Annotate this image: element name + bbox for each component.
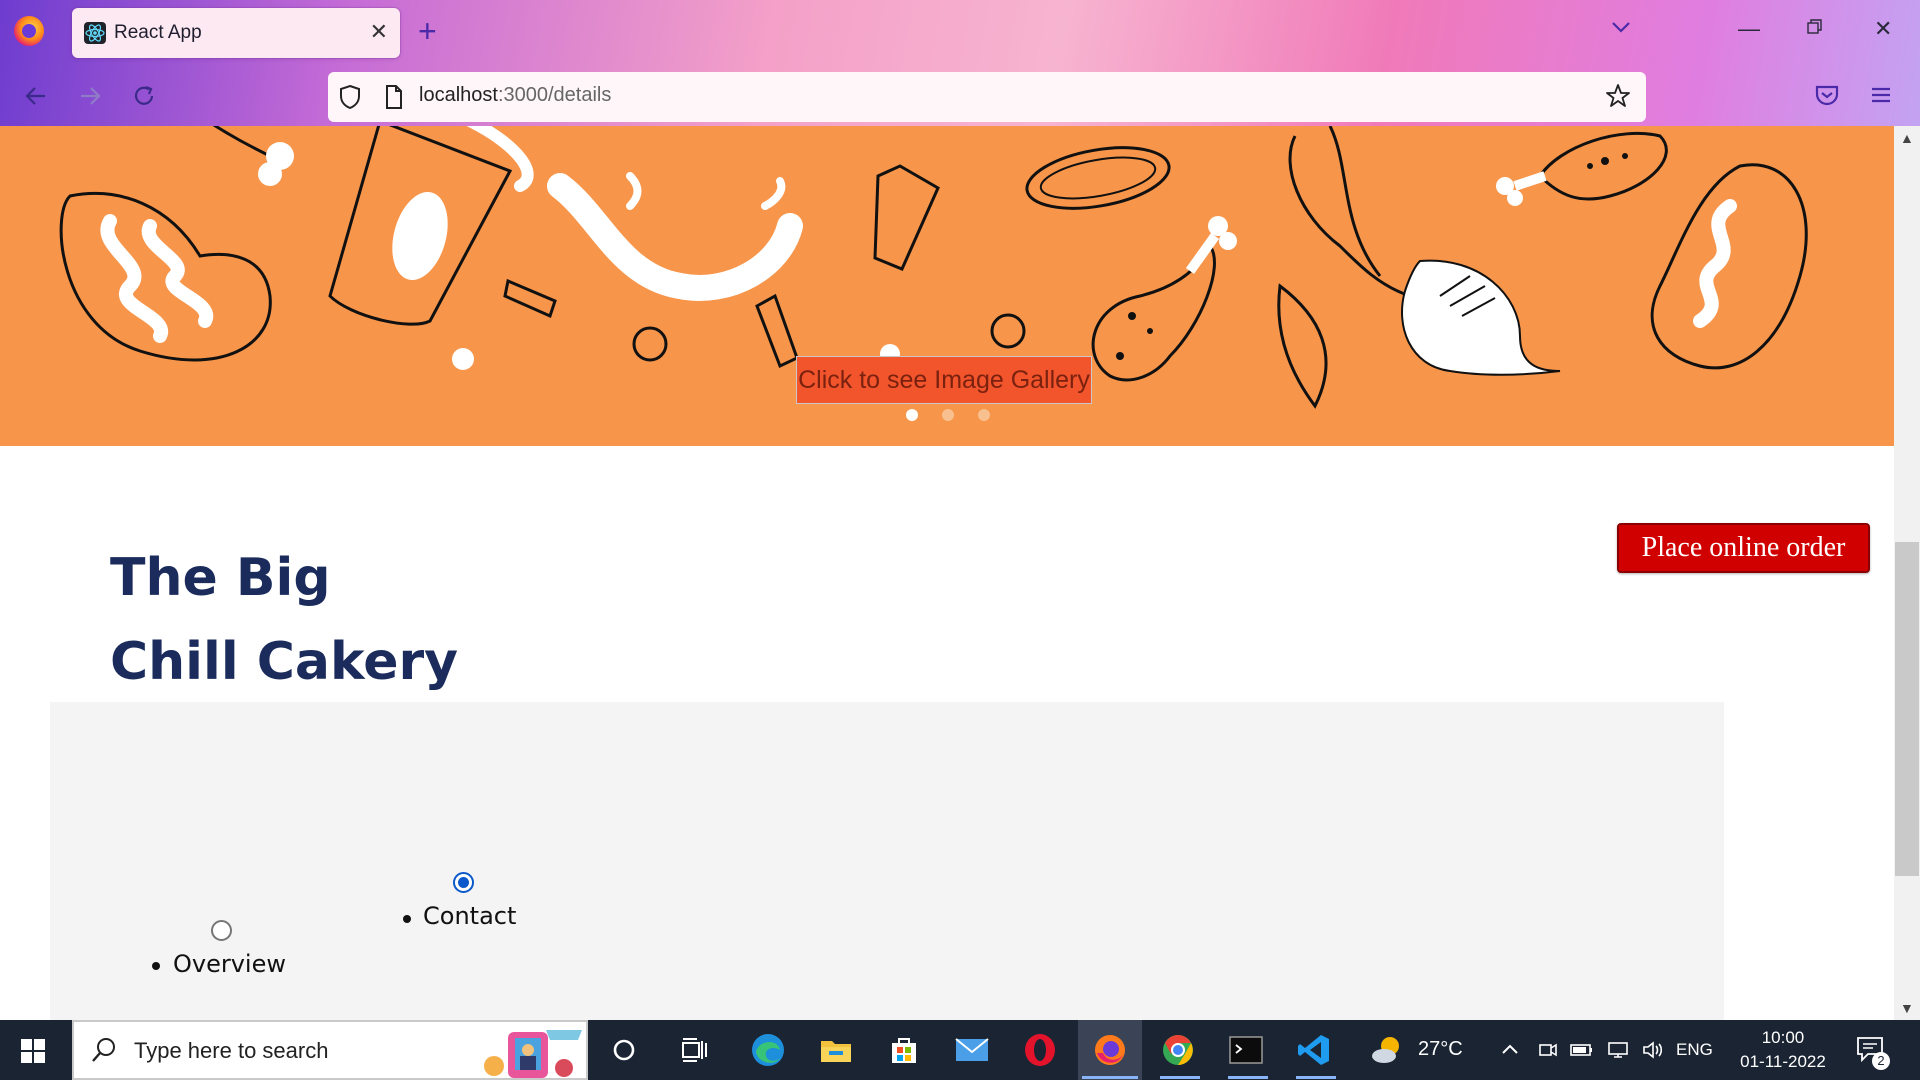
hero-carousel: Click to see Image Gallery <box>0 126 1894 446</box>
list-bullet <box>152 962 160 970</box>
drink-cup-doodle <box>328 126 534 326</box>
firefox-active-indicator <box>1082 1076 1138 1079</box>
hot-dog-doodle <box>59 192 272 362</box>
restore-icon[interactable] <box>1806 16 1824 42</box>
task-view-icon[interactable] <box>674 1030 714 1070</box>
terminal-running-indicator <box>1228 1076 1268 1079</box>
weather-partly-cloudy-icon[interactable] <box>1368 1030 1408 1070</box>
url-path: :3000/details <box>497 84 612 106</box>
reload-icon[interactable] <box>128 80 160 112</box>
minimize-icon[interactable]: — <box>1738 16 1760 42</box>
taskbar-search-box[interactable]: Type here to search <box>72 1020 588 1080</box>
carousel-dot-3[interactable] <box>978 409 990 421</box>
leaf-doodle <box>1277 283 1328 409</box>
details-tab-panel: Overview Contact <box>50 702 1724 1020</box>
microsoft-store-icon[interactable] <box>884 1030 924 1070</box>
search-highlight-illustration-icon <box>474 1026 584 1080</box>
back-arrow-icon[interactable] <box>20 80 52 112</box>
firefox-logo-icon[interactable] <box>14 16 44 46</box>
network-icon[interactable] <box>1606 1040 1630 1065</box>
place-online-order-button[interactable]: Place online order <box>1617 523 1870 573</box>
vscode-icon[interactable] <box>1294 1030 1334 1070</box>
clock-date[interactable]: 01-11-2022 <box>1734 1052 1832 1072</box>
list-bullet <box>403 915 411 923</box>
close-window-icon[interactable]: ✕ <box>1874 16 1892 42</box>
shield-icon[interactable] <box>338 84 362 115</box>
carousel-dot-2[interactable] <box>942 409 954 421</box>
hamburger-menu-icon[interactable] <box>1868 82 1894 113</box>
meet-now-camera-icon[interactable] <box>1538 1040 1558 1065</box>
clock-time[interactable]: 10:00 <box>1738 1028 1828 1048</box>
hot-dog-right-doodle <box>1650 163 1808 370</box>
mail-icon[interactable] <box>952 1030 992 1070</box>
windows-taskbar: Type here to search 27°C ENG 10:00 01-11… <box>0 1020 1920 1080</box>
splash-doodle <box>547 172 803 301</box>
chrome-browser-icon[interactable] <box>1158 1030 1198 1070</box>
circle-doodle <box>632 326 668 362</box>
react-favicon-icon <box>84 22 106 44</box>
turnip-doodle <box>1288 126 1561 376</box>
url-text: localhost:3000/details <box>419 84 611 107</box>
opera-browser-icon[interactable] <box>1020 1030 1060 1070</box>
chrome-running-indicator <box>1160 1076 1200 1079</box>
vscode-running-indicator <box>1296 1076 1336 1079</box>
windows-start-icon[interactable] <box>20 1038 46 1069</box>
onion-ring-doodle <box>1025 146 1171 210</box>
edge-browser-icon[interactable] <box>748 1030 788 1070</box>
new-tab-plus-icon[interactable]: + <box>418 14 437 48</box>
restaurant-name-heading: The Big Chill Cakery <box>110 548 459 692</box>
weather-temperature[interactable]: 27°C <box>1418 1038 1463 1061</box>
drumstick-right-doodle <box>1496 131 1668 206</box>
browser-chrome: React App ✕ + — ✕ localhost:3000/details <box>0 0 1920 126</box>
show-hidden-icons-chevron-up-icon[interactable] <box>1500 1040 1520 1065</box>
page-info-icon[interactable] <box>384 84 404 115</box>
carousel-dot-1[interactable] <box>906 409 918 421</box>
input-language[interactable]: ENG <box>1676 1040 1713 1060</box>
forward-arrow-icon[interactable] <box>74 80 106 112</box>
pocket-icon[interactable] <box>1814 82 1840 113</box>
file-explorer-icon[interactable] <box>816 1030 856 1070</box>
battery-icon[interactable] <box>1570 1040 1594 1065</box>
tab-title: React App <box>114 22 202 43</box>
tab-strip: React App ✕ + — ✕ <box>0 0 1920 66</box>
terminal-icon[interactable] <box>1226 1030 1266 1070</box>
image-gallery-button[interactable]: Click to see Image Gallery <box>796 356 1092 404</box>
drumstick-doodle <box>1091 216 1237 382</box>
tab-overview-radio[interactable] <box>211 920 232 941</box>
chicken-bone-doodle <box>212 126 294 186</box>
scrollbar-thumb[interactable] <box>1895 542 1919 876</box>
chevron-down-icon[interactable] <box>1610 16 1632 43</box>
scroll-down-arrow-icon[interactable]: ▼ <box>1900 1000 1914 1016</box>
search-icon <box>90 1036 118 1069</box>
tab-contact-label[interactable]: Contact <box>423 902 516 930</box>
page-viewport: Click to see Image Gallery Place online … <box>0 126 1894 1020</box>
cortana-icon[interactable] <box>604 1030 644 1070</box>
search-placeholder: Type here to search <box>134 1038 329 1063</box>
url-host: localhost <box>419 84 498 106</box>
tab-contact-radio[interactable] <box>453 872 474 893</box>
bookmark-star-icon[interactable] <box>1604 82 1632 115</box>
tab-react-app[interactable]: React App ✕ <box>72 8 400 58</box>
notification-count-badge: 2 <box>1872 1052 1890 1070</box>
url-bar[interactable]: localhost:3000/details <box>328 72 1646 122</box>
scroll-up-arrow-icon[interactable]: ▲ <box>1900 130 1914 146</box>
volume-icon[interactable] <box>1642 1040 1666 1065</box>
tab-overview-label[interactable]: Overview <box>173 950 286 978</box>
close-tab-icon[interactable]: ✕ <box>370 20 388 44</box>
firefox-taskbar-icon[interactable] <box>1090 1030 1130 1070</box>
